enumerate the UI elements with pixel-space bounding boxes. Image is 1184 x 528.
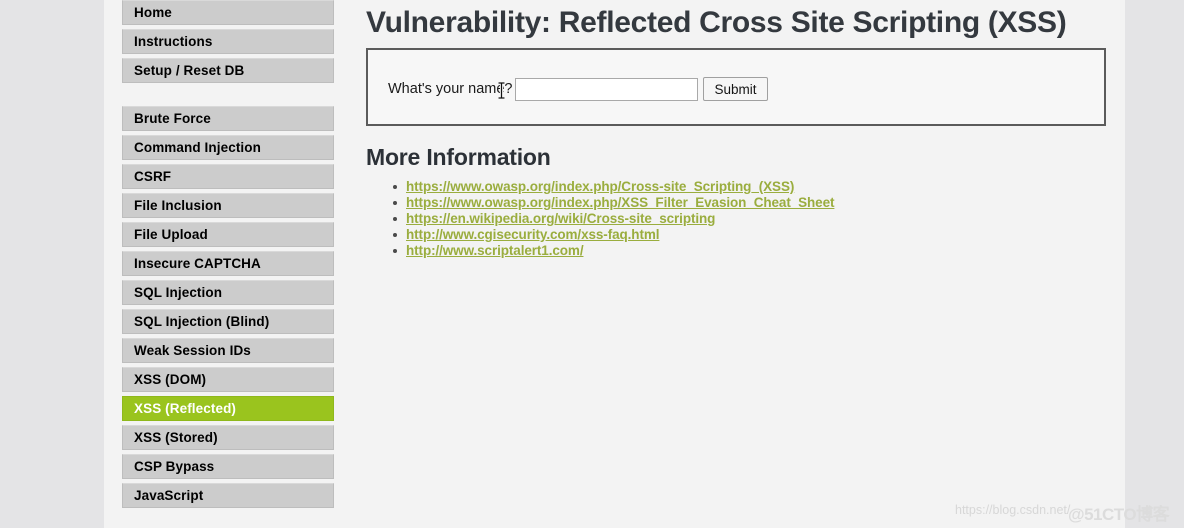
sidebar-group-1: Brute Force Command Injection CSRF File Inc… (122, 106, 334, 508)
sidebar-item-file-inclusion[interactable]: File Inclusion (122, 193, 334, 218)
page-container: Home Instructions Setup / Reset DB Brute Fo… (104, 0, 1125, 528)
sidebar-group-0: Home Instructions Setup / Reset DB (122, 0, 334, 83)
more-information-link-1[interactable]: https://www.owasp.org/index.php/Cross-si… (406, 179, 794, 194)
sidebar-item-xss-stored[interactable]: XSS (Stored) (122, 425, 334, 450)
sidebar-item-xss-dom[interactable]: XSS (DOM) (122, 367, 334, 392)
main-content: Vulnerability: Reflected Cross Site Scri… (362, 0, 1107, 259)
bullet-icon (393, 201, 397, 205)
list-item: http://www.cgisecurity.com/xss-faq.html (393, 227, 1107, 243)
sidebar-item-command-injection[interactable]: Command Injection (122, 135, 334, 160)
bullet-icon (393, 233, 397, 237)
bullet-icon (393, 185, 397, 189)
submit-button[interactable]: Submit (703, 77, 768, 101)
sidebar-item-file-upload[interactable]: File Upload (122, 222, 334, 247)
page-title: Vulnerability: Reflected Cross Site Scri… (366, 6, 1067, 39)
name-input[interactable] (515, 77, 699, 101)
list-item: https://en.wikipedia.org/wiki/Cross-site… (393, 211, 1107, 227)
sidebar-item-setup-reset-db[interactable]: Setup / Reset DB (122, 58, 334, 83)
sidebar-item-csp-bypass[interactable]: CSP Bypass (122, 454, 334, 479)
sidebar-item-brute-force[interactable]: Brute Force (122, 106, 334, 131)
sidebar-item-javascript[interactable]: JavaScript (122, 483, 334, 508)
list-item: http://www.scriptalert1.com/ (393, 243, 1107, 259)
sidebar-group-separator (122, 87, 334, 106)
more-information-heading: More Information (366, 144, 551, 170)
sidebar-item-sql-injection-blind[interactable]: SQL Injection (Blind) (122, 309, 334, 334)
sidebar-item-weak-session-ids[interactable]: Weak Session IDs (122, 338, 334, 363)
sidebar-item-insecure-captcha[interactable]: Insecure CAPTCHA (122, 251, 334, 276)
xss-reflected-form: What's your name? Submit (388, 77, 768, 101)
sidebar-item-home[interactable]: Home (122, 0, 334, 25)
list-item: https://www.owasp.org/index.php/Cross-si… (393, 179, 1107, 195)
bullet-icon (393, 217, 397, 221)
more-information-link-2[interactable]: https://www.owasp.org/index.php/XSS_Filt… (406, 195, 835, 210)
sidebar-item-csrf[interactable]: CSRF (122, 164, 334, 189)
more-information-link-list: https://www.owasp.org/index.php/Cross-si… (362, 179, 1107, 259)
sidebar-navigation: Home Instructions Setup / Reset DB Brute Fo… (122, 0, 334, 528)
sidebar-item-xss-reflected[interactable]: XSS (Reflected) (122, 396, 334, 421)
more-information-link-5[interactable]: http://www.scriptalert1.com/ (406, 243, 584, 258)
sidebar-item-instructions[interactable]: Instructions (122, 29, 334, 54)
list-item: https://www.owasp.org/index.php/XSS_Filt… (393, 195, 1107, 211)
more-information-link-3[interactable]: https://en.wikipedia.org/wiki/Cross-site… (406, 211, 715, 226)
name-field-label: What's your name? (388, 81, 513, 97)
sidebar-item-sql-injection[interactable]: SQL Injection (122, 280, 334, 305)
vulnerability-form-panel: What's your name? Submit (366, 48, 1106, 126)
more-information-link-4[interactable]: http://www.cgisecurity.com/xss-faq.html (406, 227, 660, 242)
bullet-icon (393, 249, 397, 253)
